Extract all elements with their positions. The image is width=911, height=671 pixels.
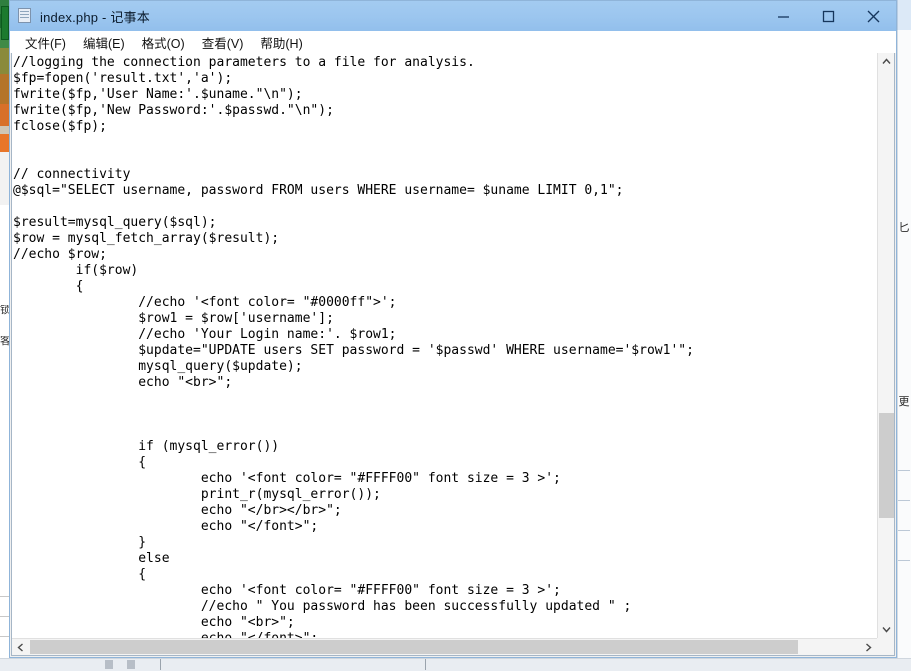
menu-item-file[interactable]: 文件(F): [18, 31, 76, 54]
background-right-label-1: 匕: [898, 222, 910, 234]
text-editor-area[interactable]: //logging the connection parameters to a…: [12, 53, 877, 638]
scroll-left-icon[interactable]: [12, 639, 29, 655]
vertical-scrollbar[interactable]: [877, 53, 894, 638]
editor-region: //logging the connection parameters to a…: [11, 53, 895, 656]
scroll-down-icon[interactable]: [878, 621, 894, 638]
horizontal-scrollbar[interactable]: [12, 638, 877, 655]
background-app-icon-green[interactable]: [1, 6, 9, 40]
background-right-label-2: 更: [898, 396, 910, 408]
background-right-line-4: [898, 560, 910, 561]
menu-item-format[interactable]: 格式(O): [135, 31, 195, 54]
background-right-line-3: [898, 530, 910, 531]
title-bar[interactable]: index.php - 记事本: [10, 1, 896, 31]
window-title: index.php - 记事本: [40, 9, 150, 25]
close-button[interactable]: [851, 1, 896, 31]
scrollbar-corner: [877, 638, 894, 655]
background-right-panel: [897, 0, 911, 671]
horizontal-scrollbar-thumb[interactable]: [30, 640, 798, 654]
background-left-divider-3: [0, 636, 9, 637]
background-left-divider-2: [0, 616, 9, 617]
background-right-tab[interactable]: [897, 0, 911, 30]
minimize-button[interactable]: [761, 1, 806, 31]
notepad-window: index.php - 记事本 文件(F) 编辑(E) 格式(O) 查看(V) …: [9, 0, 897, 658]
scroll-right-icon[interactable]: [860, 639, 877, 655]
taskbar: [0, 658, 911, 671]
window-controls: [761, 1, 896, 31]
background-left-divider-1: [0, 596, 9, 597]
menu-bar: 文件(F) 编辑(E) 格式(O) 查看(V) 帮助(H): [10, 31, 896, 53]
maximize-button[interactable]: [806, 1, 851, 31]
code-content[interactable]: //logging the connection parameters to a…: [13, 55, 877, 638]
background-right-line-1: [898, 470, 910, 471]
taskbar-separator-1: [160, 659, 161, 670]
background-right-line-2: [898, 500, 910, 501]
taskbar-item-1[interactable]: [105, 660, 113, 669]
vertical-scrollbar-thumb[interactable]: [879, 413, 894, 518]
menu-item-view[interactable]: 查看(V): [195, 31, 254, 54]
menu-item-edit[interactable]: 编辑(E): [76, 31, 135, 54]
notepad-document-icon: [17, 8, 33, 24]
taskbar-separator-2: [425, 659, 426, 670]
background-app-icon-orange[interactable]: [0, 134, 9, 152]
menu-item-help[interactable]: 帮助(H): [253, 31, 312, 54]
scroll-up-icon[interactable]: [878, 53, 894, 70]
taskbar-item-2[interactable]: [127, 660, 135, 669]
